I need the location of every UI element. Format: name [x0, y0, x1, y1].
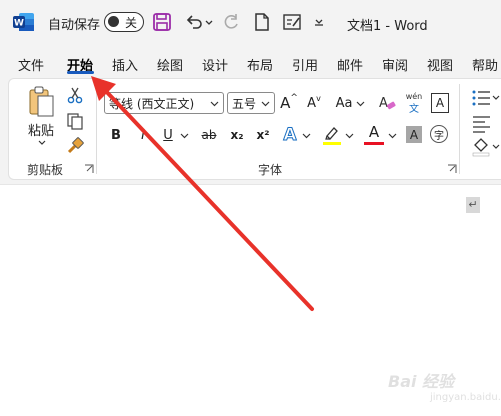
- text-effects-button[interactable]: A: [281, 124, 299, 146]
- bullets-icon[interactable]: [470, 88, 501, 108]
- save-icon[interactable]: [152, 12, 172, 32]
- chevron-down-icon[interactable]: [356, 99, 365, 108]
- group-separator: [96, 84, 97, 174]
- phonetic-guide-button[interactable]: 文: [404, 102, 424, 115]
- new-document-icon[interactable]: [252, 12, 272, 32]
- underline-button[interactable]: U: [160, 125, 176, 145]
- title-bar: W 自动保存 关 文档1 - Word: [0, 0, 501, 44]
- font-group-label: 字体: [258, 163, 283, 177]
- shading-icon[interactable]: [470, 137, 501, 157]
- clipboard-launcher-icon[interactable]: [84, 164, 94, 174]
- character-shading-button[interactable]: A: [406, 126, 422, 143]
- grow-font-label: A: [280, 94, 291, 112]
- subscript-button[interactable]: x₂: [228, 125, 246, 145]
- edit-form-icon[interactable]: [282, 12, 302, 32]
- font-name-value: 等线 (西文正文): [109, 96, 195, 111]
- autosave-label: 自动保存: [48, 18, 101, 33]
- character-border-button[interactable]: A: [431, 93, 449, 113]
- tab-design[interactable]: 设计: [202, 55, 228, 74]
- tab-help[interactable]: 帮助: [472, 55, 498, 74]
- font-name-combo[interactable]: 等线 (西文正文): [104, 92, 224, 114]
- redo-icon[interactable]: [221, 12, 241, 32]
- font-color-swatch: [364, 142, 384, 145]
- paste-icon[interactable]: [28, 86, 56, 118]
- paste-dropdown-icon[interactable]: [37, 139, 47, 147]
- svg-text:A: A: [379, 96, 388, 111]
- superscript-button[interactable]: x²: [254, 125, 272, 145]
- watermark-logo: Bai 经验: [388, 372, 455, 391]
- customize-qat-icon[interactable]: [312, 12, 326, 32]
- tab-layout[interactable]: 布局: [247, 55, 273, 74]
- tab-file[interactable]: 文件: [18, 55, 44, 74]
- chevron-down-icon: [261, 101, 270, 107]
- undo-dropdown-icon[interactable]: [204, 12, 214, 32]
- align-left-icon[interactable]: [470, 113, 501, 133]
- cut-icon[interactable]: [66, 86, 84, 104]
- change-case-button[interactable]: Aa: [333, 93, 355, 113]
- chevron-down-icon: [210, 101, 219, 107]
- undo-icon[interactable]: [184, 12, 204, 32]
- highlight-color-icon[interactable]: [322, 124, 342, 146]
- paragraph-mark: ↵: [466, 197, 480, 213]
- svg-text:W: W: [14, 19, 24, 29]
- chevron-down-icon[interactable]: [388, 131, 397, 140]
- copy-icon[interactable]: [66, 112, 84, 130]
- clear-formatting-icon[interactable]: A: [377, 93, 397, 113]
- font-color-button[interactable]: A: [365, 123, 383, 141]
- document-title: 文档1 - Word: [347, 19, 428, 34]
- chevron-down-icon[interactable]: [180, 131, 189, 140]
- strikethrough-button[interactable]: ab: [199, 125, 219, 145]
- font-launcher-icon[interactable]: [447, 164, 457, 174]
- font-size-value: 五号: [232, 96, 257, 111]
- clipboard-group-label: 剪贴板: [27, 163, 64, 177]
- bold-button[interactable]: B: [108, 125, 124, 145]
- italic-button[interactable]: I: [135, 125, 151, 145]
- word-app-icon: W: [13, 13, 34, 31]
- tab-review[interactable]: 审阅: [382, 55, 408, 74]
- paste-button[interactable]: 粘贴: [26, 121, 56, 139]
- enclose-characters-button[interactable]: 字: [430, 125, 448, 143]
- tab-mailings[interactable]: 邮件: [337, 55, 363, 74]
- tab-insert[interactable]: 插入: [112, 55, 138, 74]
- autosave-toggle[interactable]: 关: [104, 12, 144, 32]
- tab-view[interactable]: 视图: [427, 55, 453, 74]
- tab-draw[interactable]: 绘图: [157, 55, 183, 74]
- shrink-font-label: A: [307, 95, 317, 111]
- chevron-down-icon[interactable]: [345, 131, 354, 140]
- group-separator: [459, 84, 460, 174]
- chevron-down-icon[interactable]: [302, 131, 311, 140]
- font-size-combo[interactable]: 五号: [227, 92, 275, 114]
- active-tab-indicator: [67, 71, 94, 74]
- format-painter-icon[interactable]: [66, 137, 84, 155]
- shrink-font-button[interactable]: Av: [305, 93, 323, 113]
- tab-references[interactable]: 引用: [292, 55, 318, 74]
- grow-font-button[interactable]: A ^: [280, 93, 298, 113]
- autosave-state: 关: [125, 16, 138, 30]
- watermark-url: jingyan.baidu.com: [430, 392, 501, 403]
- toggle-knob: [108, 16, 119, 27]
